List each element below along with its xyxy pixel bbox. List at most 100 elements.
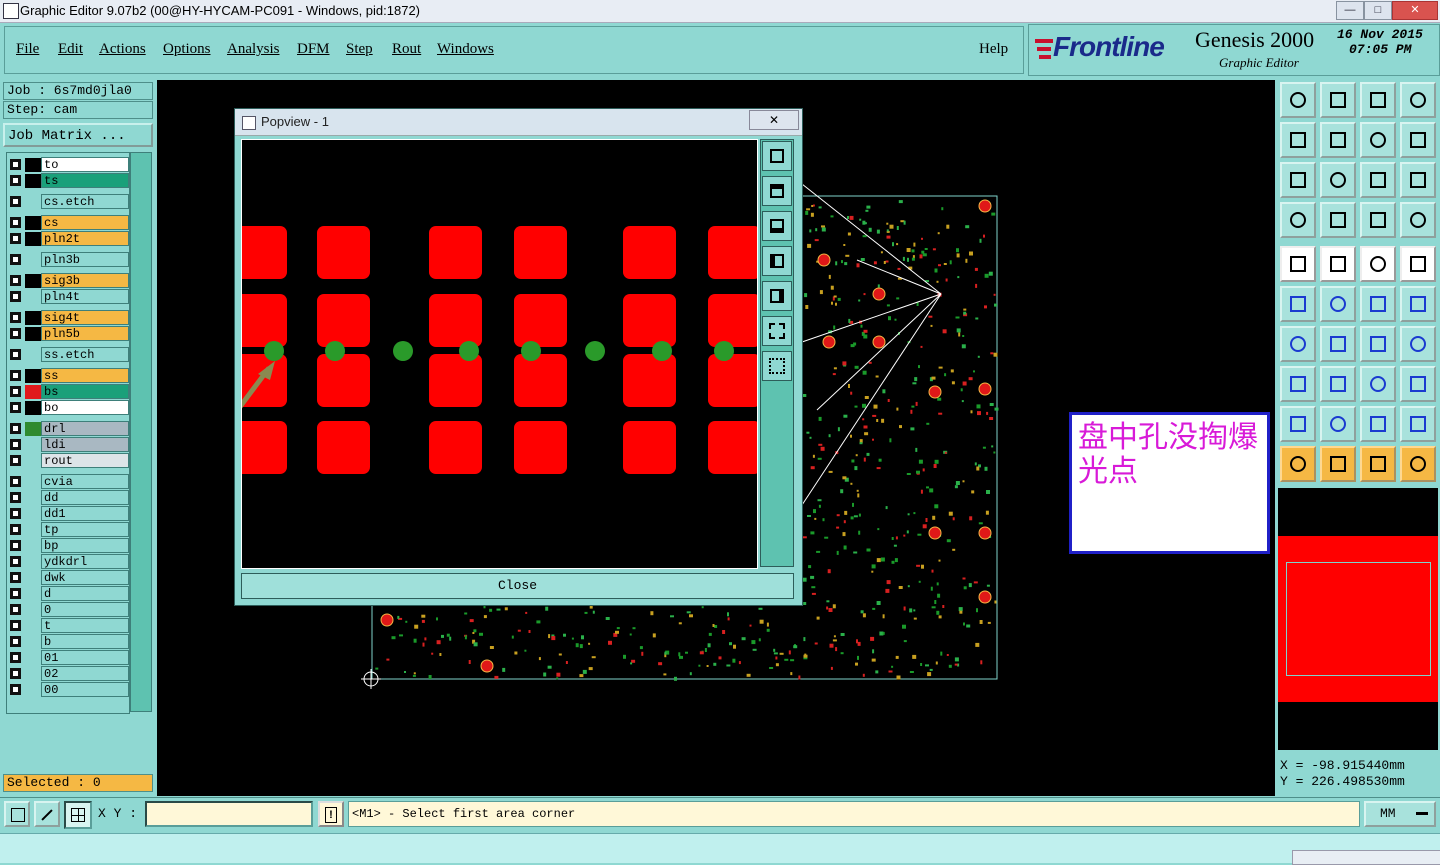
layer-checkbox[interactable] xyxy=(10,604,21,615)
select-pad-tool-button[interactable] xyxy=(1280,246,1316,282)
layer-row-00[interactable]: 00 xyxy=(7,682,129,698)
layer-row-ss[interactable]: ss xyxy=(7,368,129,384)
layer-name[interactable]: bo xyxy=(41,400,129,415)
layer-checkbox[interactable] xyxy=(10,370,21,381)
settings-tool-button[interactable] xyxy=(1360,202,1396,238)
layer-name[interactable]: cs xyxy=(41,215,129,230)
layer-name[interactable]: 02 xyxy=(41,666,129,681)
grid-tool-button[interactable] xyxy=(1320,202,1356,238)
layer-name[interactable]: cvia xyxy=(41,474,129,489)
layer-row-dd[interactable]: dd xyxy=(7,490,129,506)
overview-map[interactable] xyxy=(1278,488,1438,750)
layer-checkbox[interactable] xyxy=(10,386,21,397)
layer-checkbox[interactable] xyxy=(10,588,21,599)
view-pan-right-button[interactable] xyxy=(762,281,792,311)
cross-tool-button[interactable] xyxy=(1320,286,1356,322)
connect-tool-button[interactable] xyxy=(1400,446,1436,482)
menu-edit[interactable]: Edit xyxy=(58,41,83,58)
triangle-tool-button[interactable] xyxy=(1280,406,1316,442)
rotate-tool-button[interactable] xyxy=(1360,122,1396,158)
layer-checkbox[interactable] xyxy=(10,402,21,413)
popview-close-x[interactable]: ✕ xyxy=(749,110,799,130)
view-zoom-in-button[interactable] xyxy=(762,316,792,346)
center-tool-button[interactable] xyxy=(1320,162,1356,198)
layer-name[interactable]: b xyxy=(41,634,129,649)
dimension-tool-button[interactable] xyxy=(1360,366,1396,402)
select-box-tool-button[interactable] xyxy=(1320,446,1356,482)
layer-checkbox[interactable] xyxy=(10,524,21,535)
view-zoom-home-button[interactable] xyxy=(762,141,792,171)
slash-tool-button[interactable] xyxy=(1320,326,1356,362)
layer-name[interactable]: rout xyxy=(41,453,129,468)
view-pan-up-button[interactable] xyxy=(762,176,792,206)
layer-checkbox[interactable] xyxy=(10,652,21,663)
layer-row-rout[interactable]: rout xyxy=(7,453,129,469)
layer-name[interactable]: t xyxy=(41,618,129,633)
grid-button[interactable] xyxy=(64,801,92,829)
layer-row-pln4t[interactable]: pln4t xyxy=(7,289,129,305)
layer-name[interactable]: 0 xyxy=(41,602,129,617)
layer-name[interactable]: pln4t xyxy=(41,289,129,304)
ruler-tool-button[interactable] xyxy=(1360,246,1396,282)
layer-row-b[interactable]: b xyxy=(7,634,129,650)
ime-toolbar[interactable] xyxy=(1292,850,1440,865)
layer-name[interactable]: pln3b xyxy=(41,252,129,267)
layer-row-bs[interactable]: bs xyxy=(7,384,129,400)
layer-name[interactable]: ydkdrl xyxy=(41,554,129,569)
view-pan-left-button[interactable] xyxy=(762,246,792,276)
layer-row-tp[interactable]: tp xyxy=(7,522,129,538)
layer-checkbox[interactable] xyxy=(10,423,21,434)
layer-row-bo[interactable]: bo xyxy=(7,400,129,416)
snap-button[interactable] xyxy=(4,801,30,827)
layer-checkbox[interactable] xyxy=(10,636,21,647)
layer-row-ldi[interactable]: ldi xyxy=(7,437,129,453)
layer-checkbox[interactable] xyxy=(10,349,21,360)
layer-row-cvia[interactable]: cvia xyxy=(7,474,129,490)
maximize-button[interactable]: □ xyxy=(1364,1,1392,20)
layer-row-pln3b[interactable]: pln3b xyxy=(7,252,129,268)
menu-windows[interactable]: Windows xyxy=(437,41,494,58)
layer-checkbox[interactable] xyxy=(10,312,21,323)
layer-row-01[interactable]: 01 xyxy=(7,650,129,666)
layer-row-bp[interactable]: bp xyxy=(7,538,129,554)
layer-checkbox[interactable] xyxy=(10,196,21,207)
menu-help[interactable]: Help xyxy=(979,41,1008,58)
layer-checkbox[interactable] xyxy=(10,328,21,339)
layer-name[interactable]: ts xyxy=(41,173,129,188)
layer-row-cs[interactable]: cs xyxy=(7,215,129,231)
layer-name[interactable]: d xyxy=(41,586,129,601)
alert-button[interactable]: ! xyxy=(318,801,344,827)
layer-name[interactable]: pln2t xyxy=(41,231,129,246)
menu-rout[interactable]: Rout xyxy=(392,41,421,58)
layer-checkbox[interactable] xyxy=(10,684,21,695)
layer-checkbox[interactable] xyxy=(10,508,21,519)
trim-tool-button[interactable] xyxy=(1320,366,1356,402)
layer-name[interactable]: dwk xyxy=(41,570,129,585)
units-select[interactable]: MM xyxy=(1364,801,1436,827)
layer-checkbox[interactable] xyxy=(10,668,21,679)
import-tool-button[interactable] xyxy=(1280,122,1316,158)
layer-checkbox[interactable] xyxy=(10,620,21,631)
measure-tool-button[interactable] xyxy=(1400,366,1436,402)
layer-name[interactable]: 00 xyxy=(41,682,129,697)
menu-analysis[interactable]: Analysis xyxy=(227,41,280,58)
layer-checkbox[interactable] xyxy=(10,476,21,487)
settings-alt-tool-button[interactable] xyxy=(1400,202,1436,238)
view-zoom-out-button[interactable] xyxy=(762,351,792,381)
nodes-tool-button[interactable] xyxy=(1280,286,1316,322)
export-tool-button[interactable] xyxy=(1320,122,1356,158)
layer-name[interactable]: dd1 xyxy=(41,506,129,521)
layer-checkbox[interactable] xyxy=(10,540,21,551)
save-tool-button[interactable] xyxy=(1320,82,1356,118)
layer-row-to[interactable]: to xyxy=(7,157,129,173)
layer-checkbox[interactable] xyxy=(10,275,21,286)
lasso-tool-button[interactable] xyxy=(1360,446,1396,482)
home-tool-button[interactable] xyxy=(1360,82,1396,118)
help-tool-button[interactable] xyxy=(1400,162,1436,198)
undo-tool-button[interactable] xyxy=(1360,326,1396,362)
netlist-tool-button[interactable] xyxy=(1400,326,1436,362)
layer-name[interactable]: ss.etch xyxy=(41,347,129,362)
layer-row-sig4t[interactable]: sig4t xyxy=(7,310,129,326)
color-tool-button[interactable] xyxy=(1320,246,1356,282)
layer-row-d[interactable]: d xyxy=(7,586,129,602)
